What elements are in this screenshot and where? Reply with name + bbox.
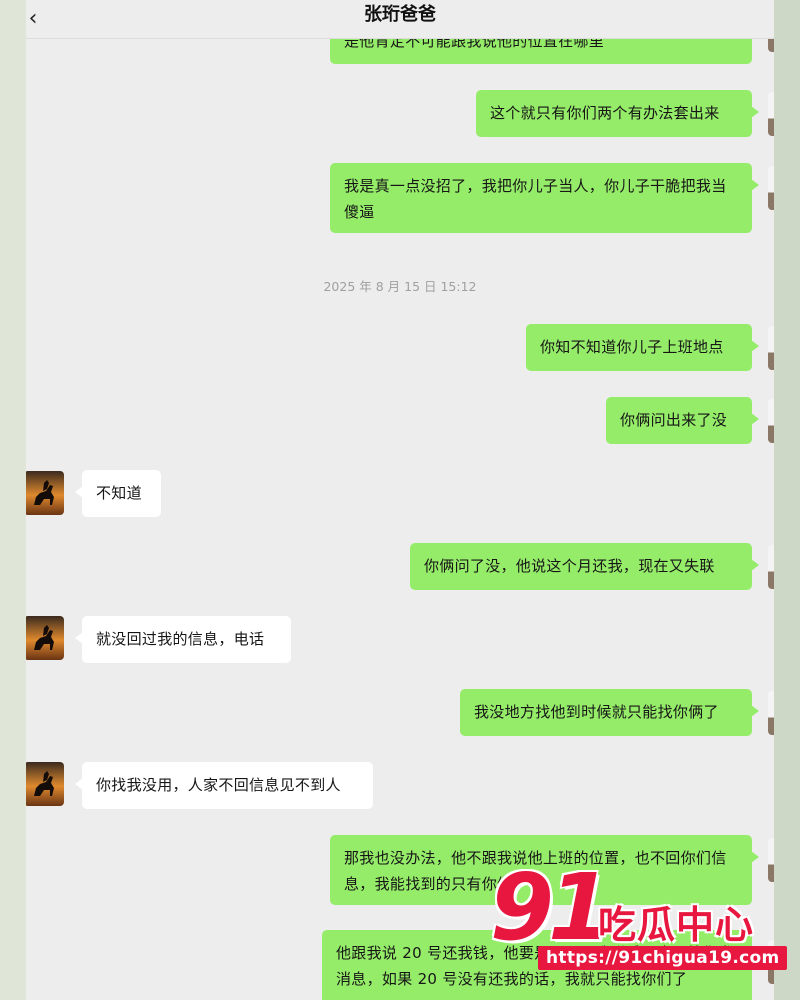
my-avatar [768, 166, 774, 210]
message-bubble-outgoing[interactable]: 你俩问出来了没 [606, 397, 759, 444]
site-watermark: 91 吃瓜中心 https://91chigua19.com [490, 858, 790, 988]
right-background-strip [774, 0, 800, 1000]
left-background-strip [0, 0, 26, 1000]
contact-avatar[interactable] [26, 762, 64, 806]
contact-avatar[interactable] [26, 616, 64, 660]
message-bubble-incoming[interactable]: 不知道 [75, 470, 161, 517]
my-avatar [768, 326, 774, 370]
chat-title: 张珩爸爸 [364, 4, 436, 25]
message-bubble-outgoing[interactable]: 你俩问了没，他说这个月还我，现在又失联 [410, 543, 759, 590]
my-avatar [768, 92, 774, 136]
message-bubble-outgoing[interactable]: 这个就只有你们两个有办法套出来 [476, 90, 759, 137]
message-bubble-incoming[interactable]: 你找我没用，人家不回信息见不到人 [75, 762, 373, 809]
horse-rider-avatar-image [26, 762, 64, 806]
contact-avatar[interactable] [26, 471, 64, 515]
watermark-logo-number: 91 [490, 854, 612, 961]
message-bubble-incoming[interactable]: 就没回过我的信息，电话 [75, 616, 291, 663]
watermark-url: https://91chigua19.com [538, 946, 788, 970]
message-bubble-outgoing[interactable]: 我没地方找他到时候就只能找你俩了 [460, 689, 759, 736]
horse-rider-avatar-image [26, 471, 64, 515]
horse-rider-avatar-image [26, 616, 64, 660]
my-avatar [768, 399, 774, 443]
chat-screen: ‹ 张珩爸爸 是他肯定不可能跟我说他的位置在哪里 这个就只有你们两个有办法套出来… [26, 0, 774, 1000]
watermark-logo-text: 吃瓜中心 [598, 903, 755, 947]
my-avatar [768, 545, 774, 589]
chat-header: ‹ 张珩爸爸 [26, 0, 774, 39]
message-bubble-outgoing[interactable]: 你知不知道你儿子上班地点 [526, 324, 759, 371]
message-bubble-outgoing[interactable]: 我是真一点没招了，我把你儿子当人，你儿子干脆把我当傻逼 [330, 163, 759, 233]
my-avatar [768, 691, 774, 735]
message-timestamp: 2025 年 8 月 15 日 15:12 [323, 279, 477, 294]
